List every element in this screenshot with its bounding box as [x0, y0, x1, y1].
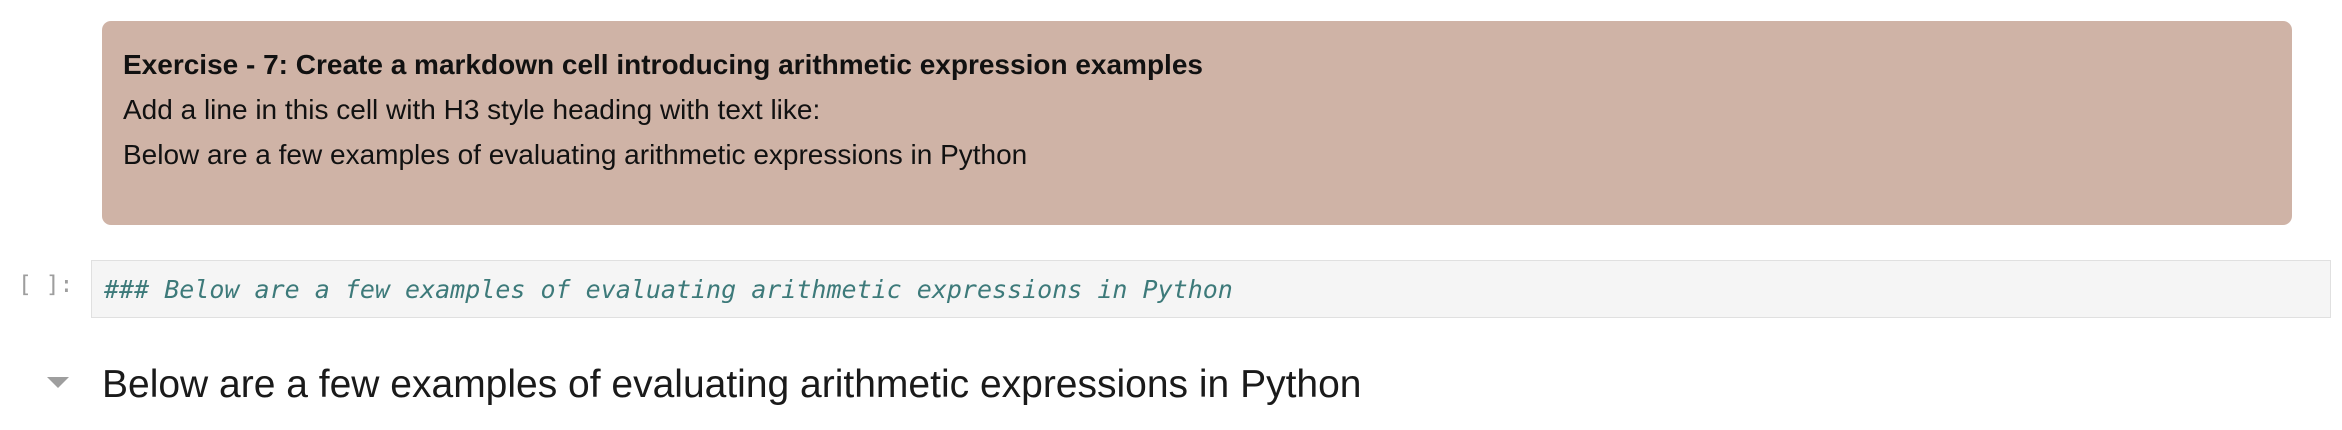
exercise-example-text: Below are a few examples of evaluating a…	[123, 139, 1028, 170]
code-cell-editor[interactable]: ### Below are a few examples of evaluati…	[91, 260, 2331, 318]
rendered-h3-heading: Below are a few examples of evaluating a…	[102, 363, 1362, 406]
exercise-instruction: Add a line in this cell with H3 style he…	[123, 94, 821, 125]
code-cell-source[interactable]: ### Below are a few examples of evaluati…	[104, 275, 1233, 304]
caret-down-icon[interactable]	[47, 377, 69, 388]
execution-count-prompt: [ ]:	[18, 272, 74, 298]
exercise-title: Exercise - 7: Create a markdown cell int…	[123, 49, 1203, 80]
exercise-markdown-cell[interactable]: Exercise - 7: Create a markdown cell int…	[102, 21, 2292, 225]
